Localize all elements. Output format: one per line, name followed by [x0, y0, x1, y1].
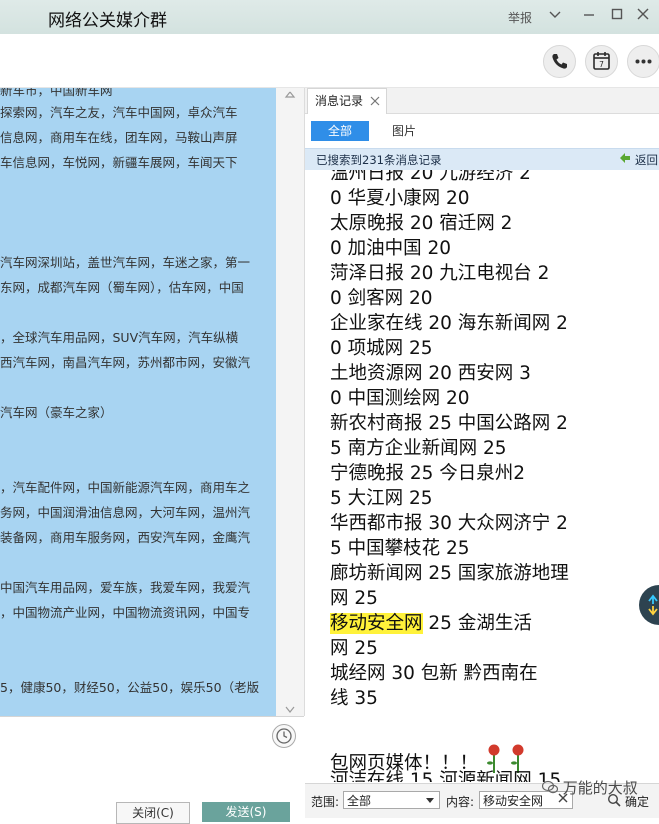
minimize-icon[interactable]: [580, 7, 598, 25]
chat-text-line: 汽车网（豪车之家）: [0, 405, 113, 420]
chat-text-line: 东网，成都汽车网（蜀车网），估车网，中国: [0, 280, 244, 295]
chat-text-line: 探索网，汽车之友，汽车中国网，卓众汽车: [0, 105, 238, 120]
message-line: 企业家在线 20 海东新闻网 2: [330, 313, 568, 334]
chat-text-line: ，中国物流产业网，中国物流资讯网，中国专: [0, 605, 251, 620]
filter-all-button[interactable]: 全部: [311, 121, 369, 141]
message-line: 线 35: [330, 688, 378, 709]
chat-text-line: 务网，中国润滑油信息网，大河车网，温州汽: [0, 505, 251, 520]
collapse-icon: [284, 91, 296, 98]
message-line: 0 华夏小康网 20: [330, 188, 470, 209]
tab-label: 消息记录: [315, 94, 364, 108]
message-line: 0 剑客网 20: [330, 288, 433, 309]
quick-scroll-button[interactable]: [639, 585, 659, 625]
scope-label: 范围:: [311, 795, 340, 809]
message-line: 0 项城网 25: [330, 338, 433, 359]
chat-text-line: 新车市，中国新车网: [0, 88, 113, 98]
message-line: 网 25: [330, 638, 378, 659]
calendar-icon: 7: [593, 52, 610, 70]
history-tab-bar: 消息记录: [305, 88, 659, 114]
message-line: 太原晚报 20 宿迁网 2: [330, 213, 513, 234]
content-label: 内容:: [446, 795, 475, 809]
dropdown-arrow-icon: [426, 798, 434, 803]
message-line: 5 大江网 25: [330, 488, 433, 509]
message-line: 廊坊新闻网 25 国家旅游地理: [330, 563, 569, 584]
message-line: 华西都市报 30 大众网济宁 2: [330, 513, 568, 534]
message-line: 温州日报 20 九游经济 2: [330, 170, 531, 184]
message-line-highlighted: 移动安全网 25 金湖生活: [330, 612, 532, 636]
content-search-value: 移动安全网: [483, 794, 544, 808]
chat-text-line: 西汽车网，南昌汽车网，苏州都市网，安徽汽: [0, 355, 251, 370]
message-line: 5 中国攀枝花 25: [330, 538, 470, 559]
more-options-button[interactable]: [627, 45, 659, 78]
message-line: 网 25: [330, 588, 378, 609]
message-line: 河洁在线 15 河源新闻网 15: [330, 770, 562, 782]
search-highlight: 移动安全网: [330, 613, 423, 634]
back-arrow-icon[interactable]: [619, 152, 631, 167]
message-line: 菏泽日报 20 九江电视台 2: [330, 263, 550, 284]
send-button[interactable]: 发送(S): [202, 802, 290, 822]
message-line: 新农村商报 25 中国公路网 2: [330, 413, 568, 434]
message-line-rest: 25 金湖生活: [422, 613, 532, 634]
chat-text-line: 5，健康50，财经50，公益50，娱乐50（老版: [0, 680, 260, 695]
message-line: 0 加油中国 20: [330, 238, 452, 259]
message-line: 城经网 30 包新 黔西南在: [330, 663, 538, 684]
message-line: 土地资源网 20 西安网 3: [330, 363, 531, 384]
close-icon[interactable]: [634, 7, 652, 25]
filter-images-button[interactable]: 图片: [392, 121, 416, 141]
watermark-text: 万能的大叔: [562, 779, 638, 797]
message-line: 0 中国测绘网 20: [330, 388, 470, 409]
chat-text-line: 中国汽车用品网，爱车族，我爱车网，我爱汽: [0, 580, 251, 595]
history-message-list[interactable]: 温州日报 20 九游经济 2 0 华夏小康网 20 太原晚报 20 宿迁网 2 …: [305, 170, 659, 782]
maximize-icon[interactable]: [608, 7, 626, 25]
chat-scrollbar[interactable]: [276, 88, 305, 716]
chat-text-line: 信息网，商用车在线，团车网，马鞍山声屏: [0, 130, 238, 145]
search-result-count: 已搜索到231条消息记录: [316, 153, 442, 167]
search-result-bar: 已搜索到231条消息记录 返回: [305, 148, 659, 171]
message-line: 5 南方企业新闻网 25: [330, 438, 507, 459]
history-clock-icon[interactable]: [272, 724, 296, 748]
chat-text-line: 装备网，商用车服务网，西安汽车网，金鹰汽: [0, 530, 251, 545]
chat-text-line: ，全球汽车用品网，SUV汽车网，汽车纵横: [0, 330, 239, 345]
chat-text-line: ，汽车配件网，中国新能源汽车网，商用车之: [0, 480, 251, 495]
chat-text-line: 车信息网，车悦网，新疆车展网，车闻天下: [0, 155, 238, 170]
phone-call-button[interactable]: [543, 45, 576, 78]
scope-value: 全部: [347, 794, 372, 808]
chat-text-line: 汽车网深圳站，盖世汽车网，车迷之家，第一: [0, 255, 251, 270]
title-bar: 网络公关媒介群 举报: [0, 0, 659, 34]
more-dots-icon: [635, 59, 652, 64]
back-link[interactable]: 返回: [635, 152, 658, 168]
watermark: 万能的大叔: [541, 777, 638, 798]
svg-text:7: 7: [599, 60, 604, 69]
scope-select[interactable]: 全部: [343, 791, 440, 809]
phone-icon: [552, 54, 567, 69]
wechat-icon: [541, 780, 559, 794]
close-button[interactable]: 关闭(C): [116, 802, 190, 824]
window-title: 网络公关媒介群: [48, 11, 167, 31]
report-link[interactable]: 举报: [508, 9, 532, 26]
scroll-down-icon: [285, 706, 295, 713]
up-down-arrow-icon: [648, 594, 658, 616]
chevron-down-icon[interactable]: [546, 7, 564, 25]
chat-message-pane[interactable]: 新车市，中国新车网 探索网，汽车之友，汽车中国网，卓众汽车 信息网，商用车在线，…: [0, 88, 276, 716]
calendar-button[interactable]: 7: [585, 45, 618, 78]
tab-message-history[interactable]: 消息记录: [307, 88, 387, 114]
message-line: 宁德晚报 25 今日泉州2: [330, 463, 526, 484]
